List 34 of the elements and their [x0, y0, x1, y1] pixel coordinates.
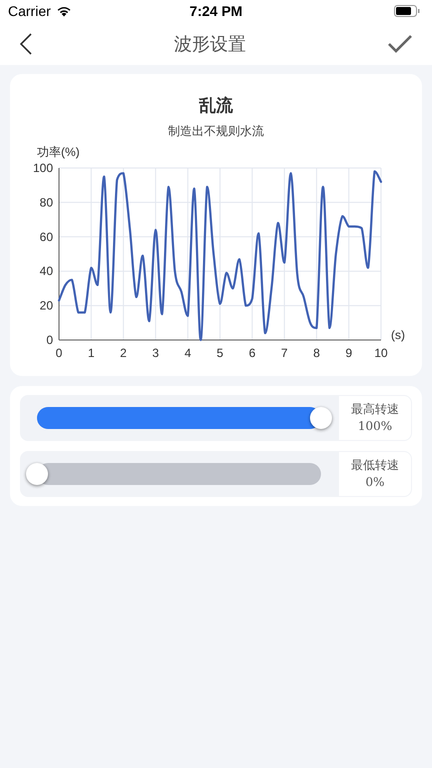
- slider-value: 100%: [358, 418, 392, 435]
- y-axis-label: 功率(%): [37, 145, 80, 159]
- check-icon[interactable]: [388, 34, 412, 52]
- y-tick-label: 0: [46, 333, 53, 347]
- x-tick-label: 0: [56, 346, 62, 360]
- slider-label: 最低转速: [351, 457, 399, 474]
- slider-thumb[interactable]: [26, 463, 48, 485]
- x-tick-label: 3: [152, 346, 159, 360]
- slider-thumb[interactable]: [310, 407, 332, 429]
- back-icon[interactable]: [20, 32, 32, 54]
- wifi-icon: [56, 5, 72, 17]
- page-title: 波形设置: [174, 32, 246, 56]
- battery-icon: [394, 5, 420, 17]
- y-tick-label: 60: [40, 230, 53, 244]
- x-tick-label: 2: [120, 346, 127, 360]
- y-tick-label: 20: [40, 298, 53, 313]
- x-tick-label: 10: [374, 346, 388, 360]
- x-tick-label: 7: [281, 346, 288, 360]
- slider-label: 最高转速: [351, 401, 399, 418]
- wave-subtitle: 制造出不规则水流: [167, 123, 265, 140]
- carrier-name: Carrier: [8, 3, 51, 19]
- x-tick-label: 8: [313, 346, 320, 360]
- x-axis-label: (s): [391, 328, 405, 342]
- status-time: 7:24 PM: [190, 3, 242, 19]
- y-tick-label: 100: [32, 161, 53, 175]
- x-tick-label: 5: [216, 346, 224, 360]
- y-tick-label: 40: [40, 264, 53, 278]
- x-tick-label: 9: [345, 346, 352, 360]
- y-tick-label: 80: [40, 195, 53, 210]
- slider-value: 0%: [365, 474, 385, 491]
- wave-title: 乱流: [198, 95, 234, 117]
- x-tick-label: 4: [184, 346, 192, 360]
- x-tick-label: 1: [88, 346, 95, 360]
- x-tick-label: 6: [248, 346, 256, 360]
